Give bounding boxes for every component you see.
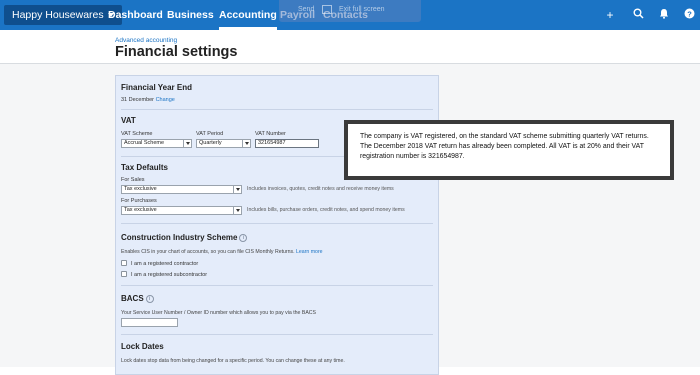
cis-description-row: Enables CIS in your chart of accounts, s… xyxy=(121,249,323,255)
annotation-callout: The company is VAT registered, on the st… xyxy=(344,120,674,180)
registered-contractor-checkbox[interactable] xyxy=(121,260,127,266)
screen-share-overlay: Send Exit full screen xyxy=(279,0,421,22)
search-icon[interactable] xyxy=(631,8,645,22)
plus-icon[interactable]: + xyxy=(603,8,617,22)
vat-period-select[interactable]: Quarterly xyxy=(196,139,251,148)
bacs-heading-text: BACS xyxy=(121,294,144,303)
purchases-tax-value: Tax exclusive xyxy=(124,207,157,213)
change-financial-year-link[interactable]: Change xyxy=(156,97,175,103)
lock-dates-heading: Lock Dates xyxy=(121,342,164,351)
nav-business[interactable]: Business xyxy=(167,0,214,30)
vat-scheme-value: Accrual Scheme xyxy=(124,140,165,146)
info-icon[interactable]: i xyxy=(145,294,154,303)
help-icon[interactable]: ? xyxy=(682,8,696,22)
tax-defaults-heading: Tax Defaults xyxy=(121,163,168,172)
bell-icon[interactable] xyxy=(657,8,671,22)
chevron-down-icon xyxy=(242,140,250,147)
organisation-name: Happy Housewares xyxy=(12,9,104,21)
sales-hint: Includes invoices, quotes, credit notes … xyxy=(247,186,394,192)
divider xyxy=(121,109,433,110)
vat-heading: VAT xyxy=(121,116,136,125)
for-purchases-label: For Purchases xyxy=(121,198,157,204)
divider xyxy=(121,334,433,335)
lock-dates-description: Lock dates stop data from being changed … xyxy=(121,358,345,364)
purchases-tax-select[interactable]: Tax exclusive xyxy=(121,206,242,215)
registered-subcontractor-checkbox[interactable] xyxy=(121,271,127,277)
bacs-heading: BACS i xyxy=(121,294,154,303)
page-title: Financial settings xyxy=(115,44,238,60)
vat-period-value: Quarterly xyxy=(199,140,222,146)
vat-number-label: VAT Number xyxy=(255,131,286,137)
vat-period-label: VAT Period xyxy=(196,131,224,137)
vat-number-input[interactable]: 321654987 xyxy=(255,139,319,148)
purchases-hint: Includes bills, purchase orders, credit … xyxy=(247,207,405,213)
info-icon[interactable]: i xyxy=(239,233,248,242)
svg-text:?: ? xyxy=(687,9,692,18)
bacs-description: Your Service User Number / Owner ID numb… xyxy=(121,310,316,316)
cis-learn-more-link[interactable]: Learn more xyxy=(296,249,323,255)
vat-scheme-select[interactable]: Accrual Scheme xyxy=(121,139,192,148)
chevron-down-icon xyxy=(233,186,241,193)
cis-heading-text: Construction Industry Scheme xyxy=(121,233,238,242)
registered-contractor-label: I am a registered contractor xyxy=(131,261,199,267)
vat-scheme-label: VAT Scheme xyxy=(121,131,153,137)
fullscreen-icon xyxy=(322,5,332,14)
top-nav-bar: Happy Housewares Dashboard Business Acco… xyxy=(0,0,700,30)
sales-tax-value: Tax exclusive xyxy=(124,186,157,192)
cis-heading: Construction Industry Scheme i xyxy=(121,233,248,242)
chevron-down-icon xyxy=(183,140,191,147)
registered-subcontractor-label: I am a registered subcontractor xyxy=(131,272,208,278)
for-sales-label: For Sales xyxy=(121,177,145,183)
cis-description: Enables CIS in your chart of accounts, s… xyxy=(121,249,295,255)
overlay-exit-fullscreen-label[interactable]: Exit full screen xyxy=(339,6,385,13)
page-header: Advanced accounting Financial settings xyxy=(0,30,700,64)
overlay-send-label[interactable]: Send xyxy=(298,6,314,13)
sales-tax-select[interactable]: Tax exclusive xyxy=(121,185,242,194)
breadcrumb-advanced-accounting[interactable]: Advanced accounting xyxy=(115,37,177,44)
financial-year-row: 31 December Change xyxy=(121,97,175,103)
divider xyxy=(121,223,433,224)
bacs-number-input[interactable] xyxy=(121,318,178,327)
divider xyxy=(121,285,433,286)
financial-year-heading: Financial Year End xyxy=(121,83,192,92)
financial-year-value: 31 December xyxy=(121,97,155,103)
nav-dashboard[interactable]: Dashboard xyxy=(108,0,163,30)
organisation-menu-button[interactable]: Happy Housewares xyxy=(4,5,122,25)
chevron-down-icon xyxy=(233,207,241,214)
annotation-text: The company is VAT registered, on the st… xyxy=(360,133,649,160)
nav-accounting[interactable]: Accounting xyxy=(219,0,277,30)
